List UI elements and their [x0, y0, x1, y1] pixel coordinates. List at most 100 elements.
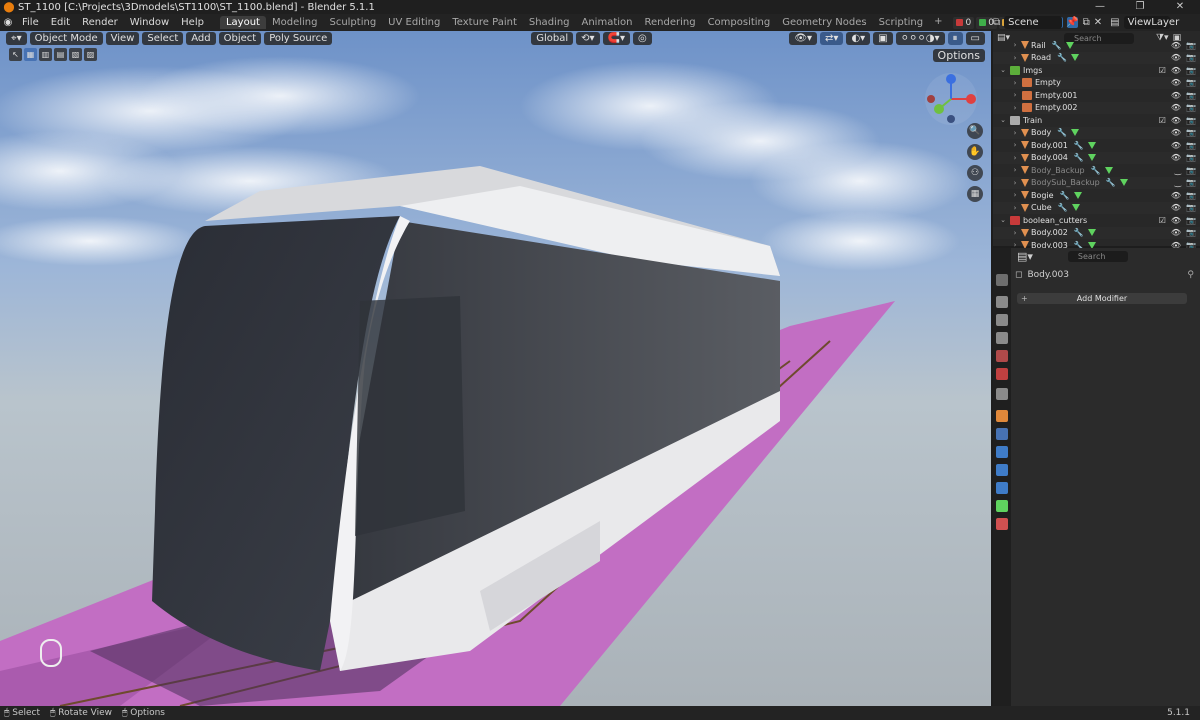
expand-chevron-icon[interactable]: › — [1011, 54, 1019, 62]
select-subtract-icon[interactable]: ▤ — [54, 48, 67, 61]
render-camera-icon[interactable]: 📷 — [1186, 153, 1196, 162]
properties-editor-icon[interactable]: ▤▾ — [1017, 250, 1033, 263]
proportional-edit-icon[interactable]: ◎ — [633, 32, 652, 45]
outliner-item[interactable]: › Cube 🔧 👁 📷 — [993, 201, 1200, 214]
outliner-item[interactable]: › Body.004 🔧 👁 📷 — [993, 151, 1200, 164]
visibility-eye-icon[interactable]: 👁 — [1171, 103, 1181, 112]
exclude-checkbox[interactable]: ☑ — [1159, 66, 1166, 75]
options-dropdown[interactable]: Options — [932, 49, 985, 62]
shading-mode-icons[interactable]: ⚪⚪⚪◑▾ — [895, 32, 945, 45]
expand-chevron-icon[interactable]: › — [1011, 91, 1019, 99]
tab-texture-paint[interactable]: Texture Paint — [446, 16, 523, 29]
tab-geometry-nodes[interactable]: Geometry Nodes — [776, 16, 872, 29]
expand-chevron-icon[interactable]: › — [1011, 229, 1019, 237]
outliner-item[interactable]: ⌄ Train ☑ 👁 📷 — [993, 114, 1200, 127]
output-tab-icon[interactable] — [996, 314, 1008, 326]
expand-chevron-icon[interactable]: ⌄ — [999, 216, 1007, 224]
visibility-icon[interactable]: 👁▾ — [789, 32, 818, 45]
outliner-item[interactable]: › Road 🔧 👁 📷 — [993, 51, 1200, 64]
modifier-tab-icon[interactable] — [996, 428, 1008, 440]
viewlayer-field[interactable]: ViewLayer — [1123, 16, 1179, 29]
visibility-eye-icon[interactable]: 👁 — [1171, 53, 1181, 62]
expand-chevron-icon[interactable]: › — [1011, 104, 1019, 112]
expand-chevron-icon[interactable]: › — [1011, 79, 1019, 87]
zoom-icon[interactable]: 🔍 — [967, 123, 983, 139]
render-camera-icon[interactable]: 📷 — [1186, 91, 1196, 100]
select-menu[interactable]: Select — [142, 32, 184, 45]
render-camera-icon[interactable]: 📷 — [1186, 228, 1196, 237]
snap-toggle-icon[interactable]: 🧲▾ — [602, 32, 631, 45]
exclude-checkbox[interactable]: ☑ — [1159, 116, 1166, 125]
menu-render[interactable]: Render — [76, 17, 124, 28]
tab-scripting[interactable]: Scripting — [873, 16, 929, 29]
material-tab-icon[interactable] — [996, 518, 1008, 530]
scene-tab-icon[interactable] — [996, 350, 1008, 362]
outliner-item[interactable]: › Body.001 🔧 👁 📷 — [993, 139, 1200, 152]
outliner-item[interactable]: › Body_Backup 🔧 ‿ 📷 — [993, 164, 1200, 177]
visibility-eye-icon[interactable]: ‿ — [1175, 178, 1181, 187]
visibility-eye-icon[interactable]: 👁 — [1171, 141, 1181, 150]
pan-hand-icon[interactable]: ✋ — [967, 144, 983, 160]
visibility-eye-icon[interactable]: 👁 — [1171, 41, 1181, 50]
expand-chevron-icon[interactable]: › — [1011, 204, 1019, 212]
tab-animation[interactable]: Animation — [576, 16, 639, 29]
menu-window[interactable]: Window — [124, 17, 175, 28]
expand-chevron-icon[interactable]: › — [1011, 166, 1019, 174]
outliner-item[interactable]: › BodySub_Backup 🔧 ‿ 📷 — [993, 176, 1200, 189]
expand-chevron-icon[interactable]: › — [1011, 41, 1019, 49]
tab-layout[interactable]: Layout — [219, 16, 266, 29]
world-tab-icon[interactable] — [996, 368, 1008, 380]
render-camera-icon[interactable]: 📷 — [1186, 216, 1196, 225]
outliner-item[interactable]: › Body 🔧 👁 📷 — [993, 126, 1200, 139]
sidebar-toggle-icon[interactable]: ▭ — [965, 32, 985, 45]
scene-field[interactable]: Scene — [1004, 16, 1063, 29]
maximize-button[interactable]: ❐ — [1120, 0, 1160, 14]
outliner-item[interactable]: ⌄ Imgs ☑ 👁 📷 — [993, 64, 1200, 77]
outliner-item[interactable]: › Rail 🔧 👁 📷 — [993, 39, 1200, 52]
pin-icon[interactable]: 📌 — [1066, 17, 1078, 28]
close-button[interactable]: ✕ — [1160, 0, 1200, 14]
expand-chevron-icon[interactable]: › — [1011, 179, 1019, 187]
select-box-icon[interactable]: ▦ — [24, 48, 37, 61]
expand-chevron-icon[interactable]: ⌄ — [999, 116, 1007, 124]
particles-tab-icon[interactable] — [996, 446, 1008, 458]
render-camera-icon[interactable]: 📷 — [1186, 41, 1196, 50]
render-camera-icon[interactable]: 📷 — [1186, 141, 1196, 150]
render-camera-icon[interactable]: 📷 — [1186, 166, 1196, 175]
expand-chevron-icon[interactable]: › — [1011, 129, 1019, 137]
3d-viewport[interactable]: ⌖▾ Object Mode View Select Add Object Po… — [0, 31, 991, 706]
render-camera-icon[interactable]: 📷 — [1186, 178, 1196, 187]
object-menu[interactable]: Object — [218, 32, 262, 45]
render-camera-icon[interactable]: 📷 — [1186, 116, 1196, 125]
xray-toggle-icon[interactable]: ▣ — [873, 32, 893, 45]
render-camera-icon[interactable]: 📷 — [1186, 191, 1196, 200]
data-tab-icon[interactable] — [996, 500, 1008, 512]
constraints-tab-icon[interactable] — [996, 482, 1008, 494]
tool-tab-icon[interactable] — [996, 274, 1008, 286]
tab-compositing[interactable]: Compositing — [702, 16, 777, 29]
visibility-eye-icon[interactable]: 👁 — [1171, 191, 1181, 200]
menu-file[interactable]: File — [16, 17, 45, 28]
tab-sculpting[interactable]: Sculpting — [323, 16, 382, 29]
expand-chevron-icon[interactable]: › — [1011, 191, 1019, 199]
visibility-eye-icon[interactable]: 👁 — [1171, 66, 1181, 75]
tab-modeling[interactable]: Modeling — [266, 16, 324, 29]
visibility-eye-icon[interactable]: 👁 — [1171, 91, 1181, 100]
visibility-eye-icon[interactable]: 👁 — [1171, 153, 1181, 162]
visibility-eye-icon[interactable]: 👁 — [1171, 228, 1181, 237]
select-intersect-icon[interactable]: ▨ — [84, 48, 97, 61]
tab-uv-editing[interactable]: UV Editing — [382, 16, 446, 29]
object-tab-icon[interactable] — [996, 410, 1008, 422]
properties-search-input[interactable]: Search — [1067, 250, 1128, 262]
render-camera-icon[interactable]: 📷 — [1186, 78, 1196, 87]
select-invert-icon[interactable]: ▧ — [69, 48, 82, 61]
error-counter[interactable]: 0 — [953, 16, 975, 29]
pivot-icon[interactable]: ⟲▾ — [576, 32, 600, 45]
menu-help[interactable]: Help — [175, 17, 210, 28]
outliner-item[interactable]: › Body.002 🔧 👁 📷 — [993, 226, 1200, 239]
render-tab-icon[interactable] — [996, 296, 1008, 308]
overlay-toggle-icon[interactable]: ◐▾ — [846, 32, 871, 45]
perspective-grid-icon[interactable]: ▦ — [967, 186, 983, 202]
visibility-eye-icon[interactable]: 👁 — [1171, 216, 1181, 225]
physics-tab-icon[interactable] — [996, 464, 1008, 476]
